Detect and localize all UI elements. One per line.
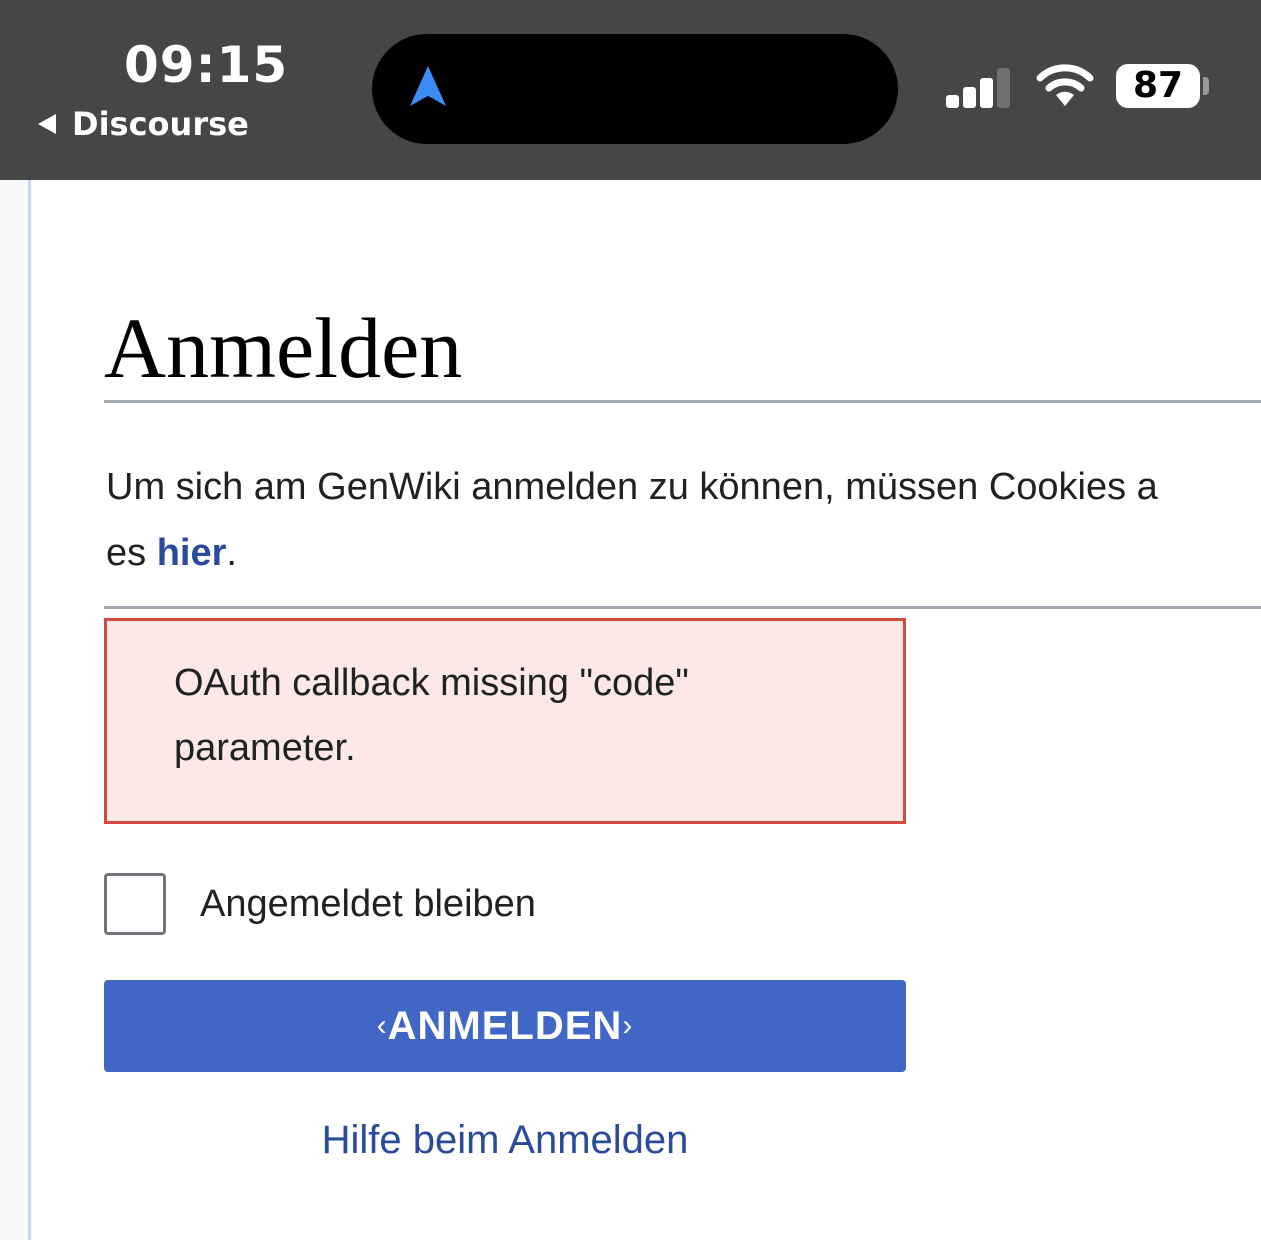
cookie-notice-line2-prefix: es xyxy=(106,532,157,574)
cookie-notice-line1: Um sich am GenWiki anmelden zu können, m… xyxy=(106,466,1158,508)
status-time: 09:15 xyxy=(124,36,289,94)
cellular-signal-icon xyxy=(946,68,1014,108)
back-to-app-button[interactable]: Discourse xyxy=(38,104,249,144)
wifi-icon xyxy=(1036,64,1094,106)
status-bar: 09:15 Discourse 87 xyxy=(0,0,1261,180)
login-help-link[interactable]: Hilfe beim Anmelden xyxy=(104,1118,906,1163)
cookie-help-link[interactable]: hier xyxy=(157,532,227,574)
left-sidebar-rail xyxy=(0,180,30,1240)
login-submit-label: ANMELDEN xyxy=(387,1003,623,1048)
battery-icon: 87 xyxy=(1116,64,1200,108)
back-app-label: Discourse xyxy=(72,105,249,143)
login-page-content: Anmelden Um sich am GenWiki anmelden zu … xyxy=(32,180,1261,1240)
button-bracket-right: › xyxy=(622,1009,634,1042)
error-message-text: OAuth callback missing "code" parameter. xyxy=(174,662,689,769)
dynamic-island xyxy=(372,34,898,144)
cookie-notice: Um sich am GenWiki anmelden zu können, m… xyxy=(106,454,1261,586)
remember-me-label[interactable]: Angemeldet bleiben xyxy=(200,883,536,926)
page-title: Anmelden xyxy=(104,300,463,396)
notice-divider xyxy=(104,606,1261,609)
login-submit-button[interactable]: ‹ ANMELDEN › xyxy=(104,980,906,1072)
button-bracket-left: ‹ xyxy=(376,1009,388,1042)
remember-me-row: Angemeldet bleiben xyxy=(104,870,536,938)
battery-tip xyxy=(1203,77,1209,95)
left-rail-accent xyxy=(28,180,31,1240)
title-divider xyxy=(104,400,1261,403)
cookie-notice-line2-suffix: . xyxy=(226,532,237,574)
back-arrow-icon xyxy=(38,114,56,134)
remember-me-checkbox[interactable] xyxy=(104,873,166,935)
error-message-box: OAuth callback missing "code" parameter. xyxy=(104,618,906,824)
navigation-arrow-icon xyxy=(410,66,446,106)
